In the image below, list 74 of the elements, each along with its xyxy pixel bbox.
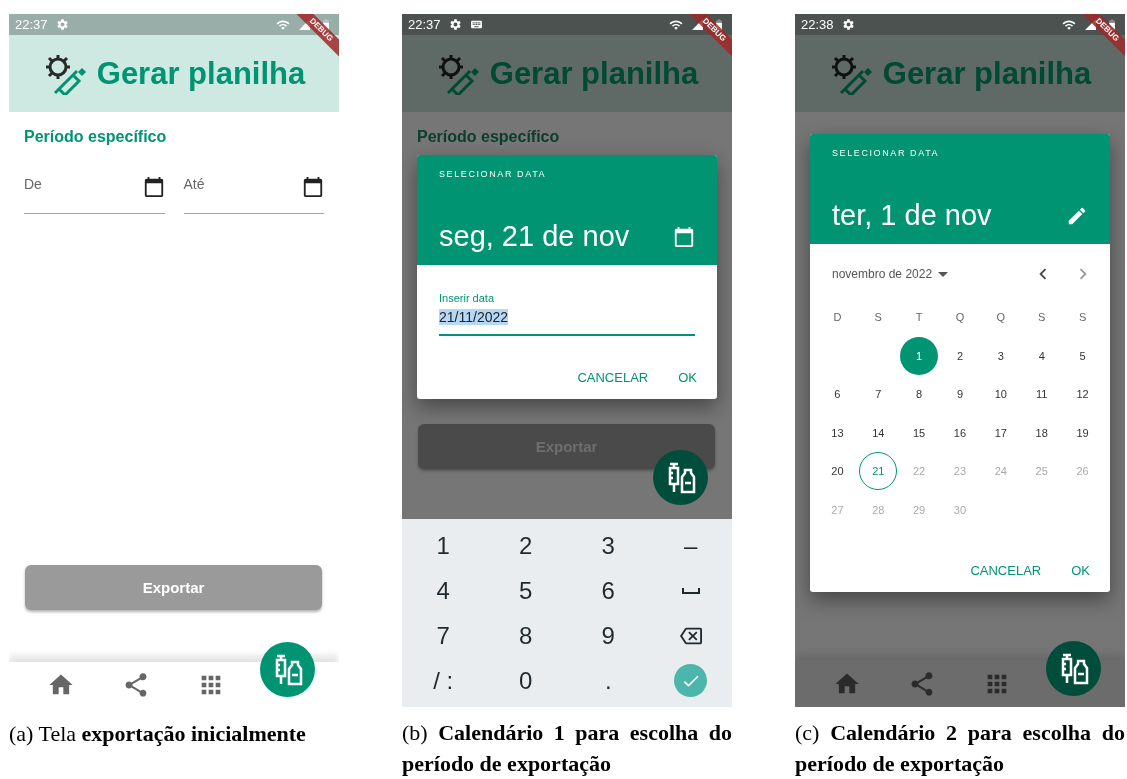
section-heading: Período específico: [24, 128, 168, 146]
weekday-label: S: [1078, 311, 1087, 324]
calendar-day[interactable]: 1: [900, 336, 939, 375]
figure-caption: (a) Tela exportação inicialmente: [9, 720, 307, 748]
calendar-day[interactable]: 20: [818, 452, 857, 491]
calendar-day[interactable]: 9: [941, 375, 979, 414]
weekday-label: T: [915, 311, 923, 324]
dialog-action[interactable]: OK: [670, 366, 705, 389]
calendar-day[interactable]: 7: [859, 375, 898, 414]
gear-icon: [841, 18, 855, 31]
figure-caption: (c) Calendário 2 para escolha do período de exportação: [795, 719, 1125, 778]
gear-icon: [448, 18, 462, 31]
calendar-day[interactable]: 17: [981, 413, 1020, 452]
calendar-day[interactable]: 12: [1063, 375, 1102, 414]
calendar-day[interactable]: 16: [941, 413, 979, 452]
keyboard-key[interactable]: 7: [402, 613, 485, 658]
keyboard-key[interactable]: / :: [402, 658, 485, 703]
selected-date: seg, 21 de nov: [439, 220, 630, 253]
space-icon: [681, 587, 700, 594]
dialog-label: SELECIONAR DATA: [439, 169, 548, 179]
selected-date: ter, 1 de nov: [832, 199, 992, 232]
calendar-day[interactable]: 2: [941, 336, 979, 375]
app-title: Gerar planilha: [96, 55, 306, 92]
keyboard-key[interactable]: .: [567, 658, 650, 703]
keyboard-key[interactable]: –: [649, 523, 732, 568]
calendar-day[interactable]: 13: [818, 413, 857, 452]
done-key[interactable]: [674, 664, 708, 697]
keyboard-key[interactable]: 3: [567, 523, 650, 568]
date-field[interactable]: Até: [183, 174, 324, 214]
keyboard-icon: [469, 18, 483, 31]
dropdown-caret-icon: [938, 271, 949, 277]
weekday-label: Q: [955, 311, 965, 324]
status-time: 22:38: [801, 17, 834, 32]
calendar-day[interactable]: 15: [900, 413, 939, 452]
section-heading: Período específico: [417, 128, 561, 146]
keyboard-key[interactable]: 0: [484, 658, 567, 703]
gear-icon: [55, 18, 69, 31]
weekday-label: S: [1038, 311, 1046, 324]
status-time: 22:37: [408, 17, 441, 32]
weekday-label: S: [874, 311, 882, 324]
keyboard-key[interactable]: 5: [484, 568, 567, 613]
calendar-day[interactable]: 10: [981, 375, 1020, 414]
calendar-day[interactable]: 14: [859, 413, 898, 452]
calendar-icon: [142, 176, 165, 198]
keyboard-key[interactable]: 2: [484, 523, 567, 568]
calendar-day[interactable]: 19: [1063, 413, 1102, 452]
calendar-icon: [302, 176, 324, 198]
dialog-action[interactable]: CANCELAR: [962, 559, 1050, 582]
keyboard-key[interactable]: 8: [484, 613, 567, 658]
calendar-icon[interactable]: [673, 225, 695, 248]
calendar-day[interactable]: 18: [1022, 413, 1061, 452]
dialog-action[interactable]: OK: [1063, 559, 1098, 582]
app-title: Gerar planilha: [882, 55, 1092, 92]
keyboard-key[interactable]: 9: [567, 613, 650, 658]
calendar-day[interactable]: 11: [1022, 375, 1061, 414]
keyboard-key[interactable]: 1: [402, 523, 485, 568]
weekday-label: D: [833, 311, 842, 324]
date-input-field[interactable]: 21/11/2022: [439, 306, 695, 336]
keyboard-key[interactable]: 4: [402, 568, 485, 613]
dialog-label: SELECIONAR DATA: [832, 148, 941, 158]
calendar-day[interactable]: 8: [900, 375, 939, 414]
date-field[interactable]: De: [24, 174, 165, 214]
calendar-day[interactable]: 5: [1063, 336, 1102, 375]
month-selector[interactable]: novembro de 2022: [832, 267, 949, 281]
calendar-day[interactable]: 6: [818, 375, 857, 414]
weekday-label: Q: [996, 311, 1006, 324]
figure-caption: (b) Calendário 1 para escolha do período de exportação: [402, 719, 732, 778]
status-time: 22:37: [15, 17, 48, 32]
calendar-day[interactable]: 3: [981, 336, 1020, 375]
input-label: Inserir data: [439, 292, 496, 304]
dialog-action[interactable]: CANCELAR: [569, 366, 657, 389]
calendar-day[interactable]: 4: [1022, 336, 1061, 375]
keyboard-key[interactable]: 6: [567, 568, 650, 613]
app-title: Gerar planilha: [489, 55, 699, 92]
